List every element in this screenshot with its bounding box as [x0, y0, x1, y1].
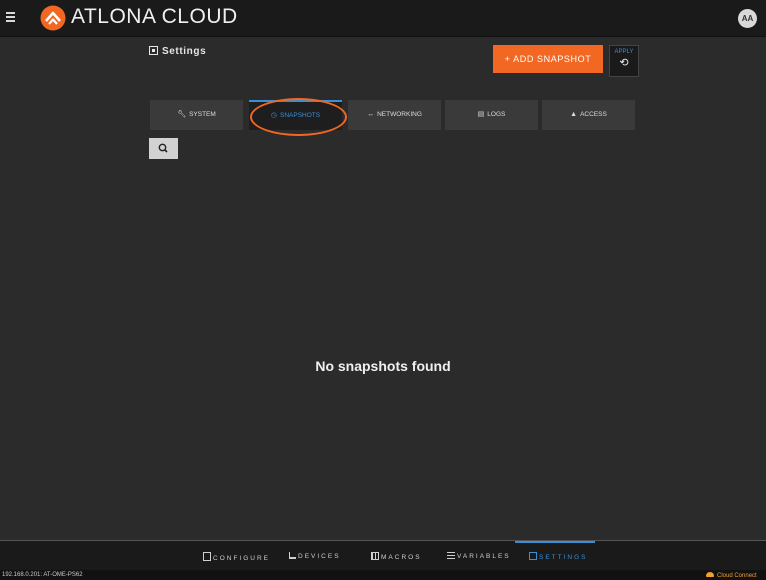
nav-devices[interactable]: DEVICES: [289, 552, 341, 560]
nav-macros[interactable]: MACROS: [371, 552, 422, 561]
nav-settings[interactable]: SETTINGS: [529, 552, 588, 561]
nav-label: MACROS: [381, 554, 422, 561]
empty-state-message: No snapshots found: [315, 358, 451, 374]
document-icon: ▤: [477, 111, 485, 118]
clock-icon: ◷: [270, 112, 277, 119]
device-address: 192.168.0.201: AT-OME-PS62: [2, 572, 83, 578]
apply-label: APPLY: [614, 49, 634, 55]
configure-icon: [203, 552, 211, 561]
tab-access[interactable]: ▲ ACCESS: [542, 100, 635, 130]
page-title: Settings: [149, 46, 206, 57]
connection-status: Cloud Connect: [706, 572, 757, 579]
nav-variables[interactable]: VARIABLES: [447, 552, 511, 560]
nav-configure[interactable]: CONFIGURE: [203, 552, 270, 562]
nav-label: SETTINGS: [539, 554, 588, 561]
tab-label: SYSTEM: [189, 111, 216, 118]
variables-icon: [447, 552, 455, 559]
bottom-nav: CONFIGURE DEVICES MACROS VARIABLES SETTI…: [0, 540, 766, 571]
connection-label: Cloud Connect: [717, 573, 757, 579]
tab-label: LOGS: [487, 111, 506, 118]
apply-icon: ⟲: [619, 57, 629, 69]
add-snapshot-button[interactable]: + ADD SNAPSHOT: [493, 45, 603, 73]
settings-icon: [149, 46, 158, 55]
tab-system[interactable]: 🔧︎ SYSTEM: [150, 100, 243, 130]
wrench-icon: 🔧︎: [177, 111, 187, 118]
cloud-icon: [706, 572, 714, 577]
nav-label: CONFIGURE: [213, 555, 270, 562]
arrows-icon: ↔: [367, 111, 375, 118]
settings-icon: [529, 552, 537, 560]
active-nav-indicator: [515, 541, 595, 543]
menu-icon[interactable]: [6, 10, 20, 24]
atlona-logo-icon: [40, 5, 66, 31]
tab-label: NETWORKING: [377, 111, 422, 118]
macros-icon: [371, 552, 379, 560]
tab-networking[interactable]: ↔ NETWORKING: [348, 100, 441, 130]
tab-logs[interactable]: ▤ LOGS: [445, 100, 538, 130]
nav-label: DEVICES: [298, 553, 341, 560]
page-title-text: Settings: [162, 46, 207, 57]
nav-label: VARIABLES: [457, 553, 511, 560]
tab-snapshots[interactable]: ◷ SNAPSHOTS: [249, 100, 342, 130]
devices-icon: [289, 552, 296, 559]
tab-label: SNAPSHOTS: [280, 112, 321, 119]
user-icon: ▲: [570, 111, 578, 118]
search-icon: [158, 143, 168, 153]
apply-button[interactable]: APPLY ⟲: [609, 45, 639, 77]
brand-name: ATLONA CLOUD: [71, 5, 238, 28]
top-bar: ATLONA CLOUD AA: [0, 0, 766, 37]
avatar[interactable]: AA: [738, 9, 757, 28]
tab-label: ACCESS: [580, 111, 607, 118]
status-bar: 192.168.0.201: AT-OME-PS62 Cloud Connect: [0, 570, 766, 580]
search-button[interactable]: [149, 138, 178, 159]
